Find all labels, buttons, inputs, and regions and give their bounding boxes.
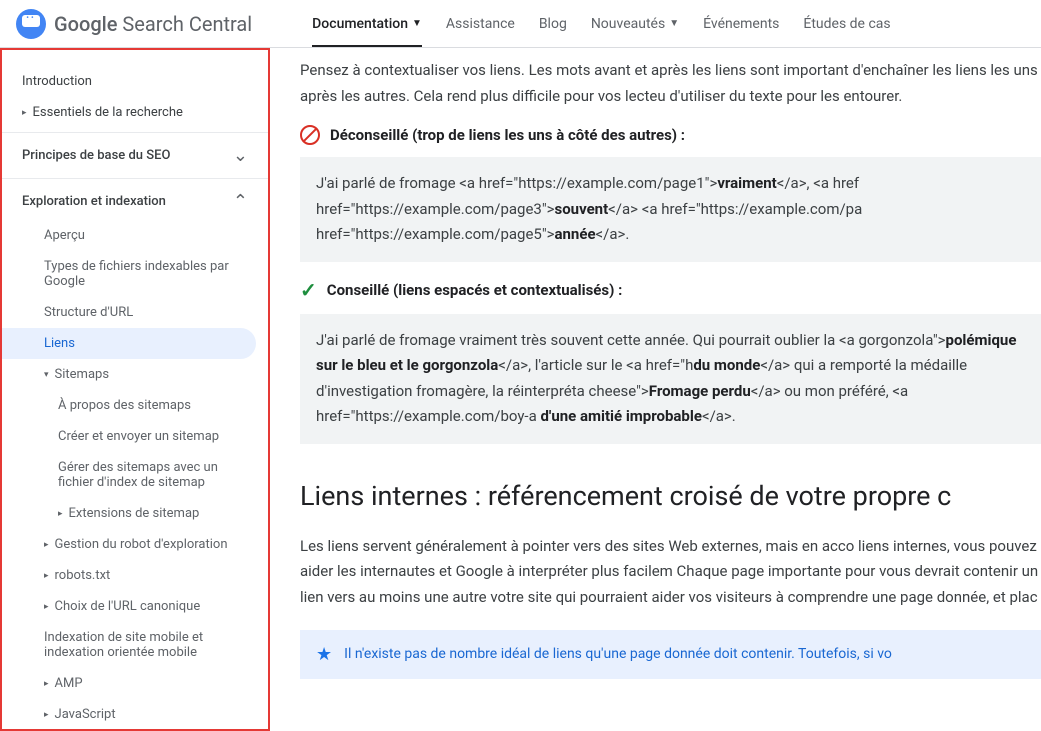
container: Introduction ▸ Essentiels de la recherche… — [0, 48, 1041, 731]
liens-internes-paragraph: Les liens servent généralement à pointer… — [300, 534, 1041, 611]
sidebar: Introduction ▸ Essentiels de la recherche… — [0, 48, 270, 731]
caret-down-icon: ▼ — [412, 18, 422, 29]
sidebar-section-principes: Principes de base du SEO ⌄ — [2, 133, 268, 179]
sidebar-sitemaps-label: Sitemaps — [55, 367, 110, 382]
code-text: J'ai parlé de fromage vraiment très souv… — [316, 331, 946, 349]
sidebar-essentiels-label: Essentiels de la recherche — [33, 105, 183, 120]
code-bold: du monde — [693, 356, 760, 374]
conseille-label: Conseillé (liens espacés et contextualis… — [327, 281, 623, 299]
brand-google: Google — [54, 12, 117, 36]
brand-rest: Search Central — [117, 12, 252, 36]
logo[interactable]: Google Search Central — [16, 9, 252, 39]
expand-icon: ▸ — [44, 571, 49, 581]
deconseille-line: Déconseillé (trop de liens les uns à côt… — [300, 125, 1041, 145]
main-content: Pensez à contextualiser vos liens. Les m… — [270, 48, 1041, 731]
sidebar-sitemaps[interactable]: ▾ Sitemaps — [2, 359, 268, 390]
top-nav: Documentation ▼ Assistance Blog Nouveauté… — [312, 0, 890, 47]
sidebar-essentiels[interactable]: ▸ Essentiels de la recherche — [2, 97, 268, 128]
sidebar-section-exploration: Exploration et indexation ⌃ Aperçu Types … — [2, 179, 268, 731]
sidebar-robots-txt-label: robots.txt — [55, 568, 111, 583]
sidebar-gestion-robot[interactable]: ▸ Gestion du robot d'exploration — [2, 529, 268, 560]
expand-icon: ▸ — [58, 509, 63, 519]
code-text: </a>. — [596, 225, 630, 243]
sidebar-structure-url[interactable]: Structure d'URL — [2, 297, 268, 328]
nav-documentation-label: Documentation — [312, 16, 408, 32]
chevron-down-icon: ⌄ — [233, 145, 248, 166]
code-bold: vraiment — [717, 174, 776, 192]
sidebar-section-intro: Introduction ▸ Essentiels de la recherche — [2, 62, 268, 133]
caret-down-icon: ▼ — [669, 18, 679, 29]
collapse-icon: ▾ — [44, 370, 49, 380]
note-text: Il n'existe pas de nombre idéal de liens… — [344, 644, 892, 665]
sidebar-types-fichiers[interactable]: Types de fichiers indexables par Google — [2, 251, 268, 297]
recommended-icon: ✓ — [300, 278, 317, 302]
sidebar-indexation-mobile[interactable]: Indexation de site mobile et indexation … — [2, 622, 268, 668]
code-text: </a> <a href="https://example.com/pa — [608, 200, 862, 218]
logo-text: Google Search Central — [54, 12, 252, 36]
code-block-bad: J'ai parlé de fromage <a href="https://e… — [300, 157, 1041, 262]
sidebar-choix-url-label: Choix de l'URL canonique — [55, 599, 201, 614]
sidebar-a-propos[interactable]: À propos des sitemaps — [2, 390, 268, 421]
conseille-line: ✓ Conseillé (liens espacés et contextual… — [300, 278, 1041, 302]
nav-blog[interactable]: Blog — [539, 0, 567, 47]
code-block-good: J'ai parlé de fromage vraiment très souv… — [300, 314, 1041, 444]
sidebar-extensions-label: Extensions de sitemap — [69, 506, 200, 521]
sidebar-liens[interactable]: Liens — [2, 328, 256, 359]
sidebar-extensions[interactable]: ▸ Extensions de sitemap — [2, 498, 268, 529]
nav-evenements[interactable]: Événements — [703, 0, 779, 47]
nav-documentation[interactable]: Documentation ▼ — [312, 0, 422, 47]
sidebar-introduction[interactable]: Introduction — [2, 66, 268, 97]
not-recommended-icon — [300, 125, 320, 145]
sidebar-exploration-label: Exploration et indexation — [22, 194, 166, 209]
nav-assistance[interactable]: Assistance — [446, 0, 515, 47]
sidebar-choix-url[interactable]: ▸ Choix de l'URL canonique — [2, 591, 268, 622]
sidebar-principes-label: Principes de base du SEO — [22, 148, 170, 163]
sidebar-apercu[interactable]: Aperçu — [2, 220, 268, 251]
code-bold: souvent — [555, 200, 609, 218]
code-text: J'ai parlé de fromage <a href="https://e… — [316, 174, 717, 192]
sidebar-amp[interactable]: ▸ AMP — [2, 668, 268, 699]
expand-icon: ▸ — [44, 710, 49, 720]
expand-icon: ▸ — [44, 602, 49, 612]
chevron-up-icon: ⌃ — [233, 191, 248, 212]
expand-icon: ▸ — [44, 540, 49, 550]
code-bold: d'une amitié improbable — [540, 407, 701, 425]
code-bold: Fromage perdu — [649, 382, 751, 400]
code-text: href="https://example.com/page5"> — [316, 225, 555, 243]
intro-paragraph: Pensez à contextualiser vos liens. Les m… — [300, 58, 1041, 109]
header: Google Search Central Documentation ▼ Ass… — [0, 0, 1041, 48]
sidebar-gerer[interactable]: Gérer des sitemaps avec un fichier d'ind… — [2, 452, 268, 498]
section-heading-liens-internes: Liens internes : référencement croisé de… — [300, 480, 1041, 512]
nav-nouveautes-label: Nouveautés — [591, 16, 665, 32]
note-box: ★ Il n'existe pas de nombre idéal de lie… — [300, 630, 1041, 679]
sidebar-gestion-robot-label: Gestion du robot d'exploration — [55, 537, 228, 552]
expand-icon: ▸ — [44, 679, 49, 689]
deconseille-label: Déconseillé (trop de liens les uns à côt… — [330, 126, 685, 144]
nav-etudes[interactable]: Études de cas — [803, 0, 890, 47]
search-central-icon — [16, 9, 46, 39]
sidebar-principes[interactable]: Principes de base du SEO ⌄ — [2, 137, 268, 174]
code-bold: année — [555, 225, 596, 243]
sidebar-amp-label: AMP — [55, 676, 83, 691]
sidebar-javascript[interactable]: ▸ JavaScript — [2, 699, 268, 730]
code-text: </a>. — [702, 407, 736, 425]
code-text: </a>, l'article sur le <a href="h — [498, 356, 693, 374]
sidebar-javascript-label: JavaScript — [55, 707, 116, 722]
sidebar-exploration[interactable]: Exploration et indexation ⌃ — [2, 183, 268, 220]
expand-icon: ▸ — [22, 108, 27, 118]
sidebar-creer[interactable]: Créer et envoyer un sitemap — [2, 421, 268, 452]
sidebar-robots-txt[interactable]: ▸ robots.txt — [2, 560, 268, 591]
nav-nouveautes[interactable]: Nouveautés ▼ — [591, 0, 679, 47]
star-icon: ★ — [316, 644, 332, 665]
